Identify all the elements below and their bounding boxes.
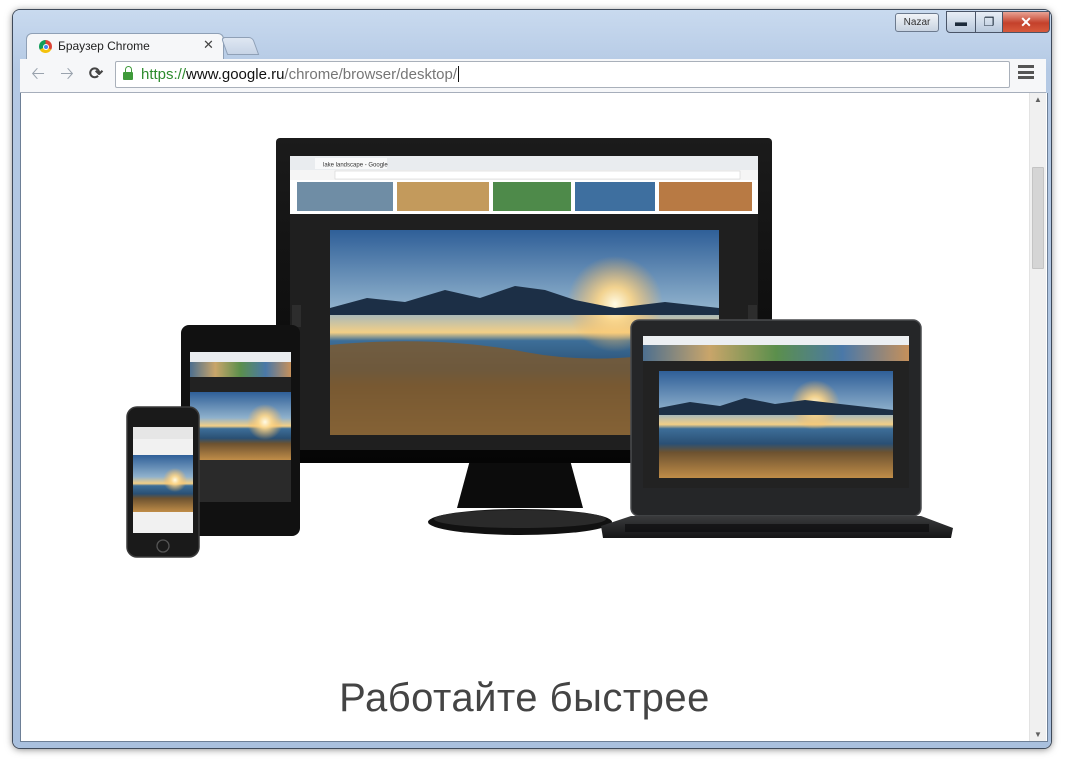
- url-host: www.google.ru: [186, 66, 285, 83]
- forward-arrow-icon[interactable]: 🡢: [56, 63, 78, 85]
- chrome-icon: [39, 40, 52, 53]
- close-button[interactable]: ✕: [1002, 11, 1050, 33]
- scroll-thumb[interactable]: [1032, 167, 1044, 269]
- inner-tab-title: lake landscape - Google: [323, 163, 388, 169]
- address-bar[interactable]: https://www.google.ru/chrome/browser/des…: [115, 61, 1010, 88]
- new-tab-button[interactable]: [220, 37, 260, 55]
- devices-illustration: lake landscape - Google: [126, 138, 953, 558]
- maximize-icon: ❐: [983, 15, 995, 29]
- scroll-up-icon[interactable]: ▲: [1030, 95, 1046, 104]
- page-headline: Работайте быстрее: [339, 676, 710, 720]
- back-arrow-icon[interactable]: 🡠: [27, 63, 49, 85]
- url-scheme: https://: [141, 66, 187, 83]
- tab-active[interactable]: Браузер Chrome ✕: [26, 33, 224, 60]
- maximize-button[interactable]: ❐: [975, 11, 1003, 33]
- url-text[interactable]: https://www.google.ru/chrome/browser/des…: [141, 66, 459, 83]
- tab-title: Браузер Chrome: [58, 39, 150, 53]
- user-badge[interactable]: Nazar: [895, 13, 939, 32]
- vertical-scrollbar[interactable]: ▲ ▼: [1029, 93, 1046, 741]
- reload-icon[interactable]: ⟳: [85, 63, 107, 85]
- minimize-button[interactable]: ▬: [946, 11, 976, 33]
- url-path: /chrome/browser/desktop/: [284, 66, 457, 83]
- hamburger-menu-icon[interactable]: [1018, 65, 1034, 81]
- text-caret: [458, 66, 459, 82]
- lock-icon: [123, 66, 133, 80]
- close-icon: ✕: [1020, 14, 1032, 30]
- tab-close-icon[interactable]: ✕: [203, 37, 214, 53]
- minimize-icon: ▬: [955, 15, 967, 29]
- scroll-down-icon[interactable]: ▼: [1030, 730, 1046, 739]
